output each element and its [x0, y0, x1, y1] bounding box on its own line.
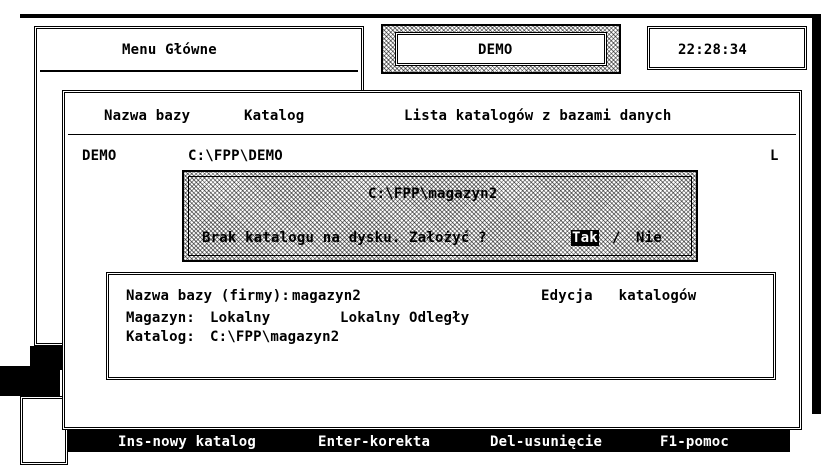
- status-ins[interactable]: Ins-nowy katalog: [118, 434, 256, 450]
- catalog-label: Katalog:: [126, 329, 196, 345]
- window-title: Lista katalogów z bazami danych: [404, 108, 672, 124]
- shadow-block-left: [0, 366, 60, 396]
- header-catalog: Katalog: [244, 108, 305, 124]
- status-del[interactable]: Del-usunięcie: [490, 434, 602, 450]
- catalog-row-flag: L: [770, 148, 779, 164]
- main-menu-divider: [40, 70, 358, 72]
- lower-left-window: [20, 396, 68, 465]
- catalog-row-name: DEMO: [82, 148, 117, 164]
- catalog-row-path: C:\FPP\DEMO: [188, 148, 283, 164]
- dialog-separator: /: [612, 230, 621, 246]
- warehouse-option-remote[interactable]: Lokalny Odległy: [340, 310, 469, 326]
- warehouse-option-local[interactable]: Lokalny: [210, 310, 270, 326]
- main-menu-title: Menu Główne: [122, 42, 217, 58]
- header-divider: [68, 134, 796, 135]
- yes-button[interactable]: Tak: [571, 230, 599, 246]
- right-shadow: [812, 14, 821, 414]
- dialog-message: Brak katalogu na dysku. Założyć ?: [202, 230, 487, 246]
- clock: 22:28:34: [678, 42, 748, 58]
- header-db-name: Nazwa bazy: [104, 108, 191, 124]
- demo-title: DEMO: [478, 42, 513, 58]
- status-help[interactable]: F1-pomoc: [660, 434, 729, 450]
- edit-section-title: Edycja katalogów: [541, 288, 697, 304]
- warehouse-label: Magazyn:: [126, 310, 196, 326]
- db-name-label: Nazwa bazy (firmy):: [126, 288, 290, 304]
- catalog-path-field[interactable]: C:\FPP\magazyn2: [210, 329, 339, 345]
- status-enter[interactable]: Enter-korekta: [318, 434, 430, 450]
- confirm-dialog: [182, 170, 698, 262]
- no-button[interactable]: Nie: [636, 230, 662, 246]
- dialog-path: C:\FPP\magazyn2: [368, 186, 498, 202]
- top-border: [20, 14, 821, 18]
- db-name-field[interactable]: magazyn2: [292, 288, 361, 304]
